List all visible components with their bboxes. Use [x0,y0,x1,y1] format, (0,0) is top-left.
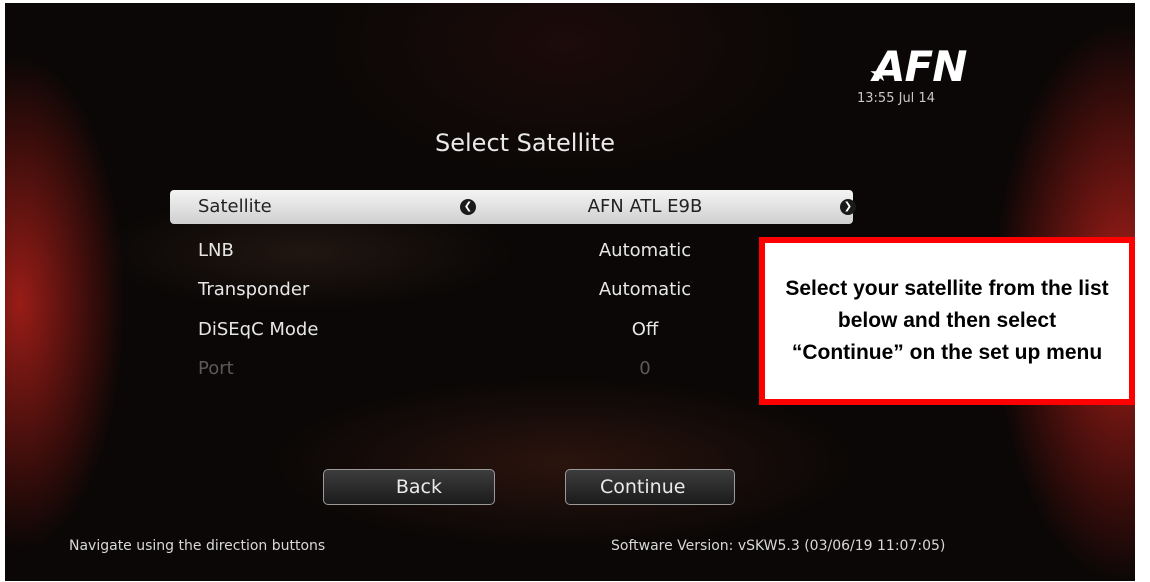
setting-value: 0 [639,358,651,379]
back-button-label: Back [395,476,442,498]
setting-label: Transponder [198,279,310,300]
software-version: Software Version: vSKW5.3 (03/06/19 11:0… [611,538,946,554]
setting-value: AFN ATL E9B [587,196,703,217]
setting-label: Port [198,358,234,379]
afn-logo: ★ AFN [865,43,975,91]
setting-row-lnb[interactable]: LNB Automatic [170,234,853,268]
setting-value: Automatic [598,279,692,300]
setting-row-diseqc-mode[interactable]: DiSEqC Mode Off [170,313,853,347]
setting-value: Off [631,319,659,340]
setting-label: DiSEqC Mode [198,319,319,340]
setting-value: Automatic [598,240,692,261]
navigation-hint: Navigate using the direction buttons [69,538,326,554]
setting-label: LNB [198,240,234,261]
page-title: Select Satellite [435,129,615,157]
setting-row-transponder[interactable]: Transponder Automatic [170,273,853,307]
date-text: Jul 14 [898,91,935,106]
setting-label: Satellite [198,196,272,217]
setting-row-port: Port 0 [170,352,853,386]
continue-button-label: Continue [600,476,686,498]
time-text: 13:55 [857,91,895,106]
chevron-right-icon[interactable]: ❯ [840,199,856,215]
callout-text: Select your satellite from the list belo… [785,277,1109,364]
back-button[interactable]: Back [323,469,495,505]
instruction-callout: Select your satellite from the list belo… [759,237,1135,405]
setting-row-satellite[interactable]: Satellite ❮ AFN ATL E9B ❯ [170,190,856,224]
chevron-left-icon[interactable]: ❮ [460,199,476,215]
continue-button[interactable]: Continue [565,469,735,505]
clock: 13:55 Jul 14 [857,91,935,106]
